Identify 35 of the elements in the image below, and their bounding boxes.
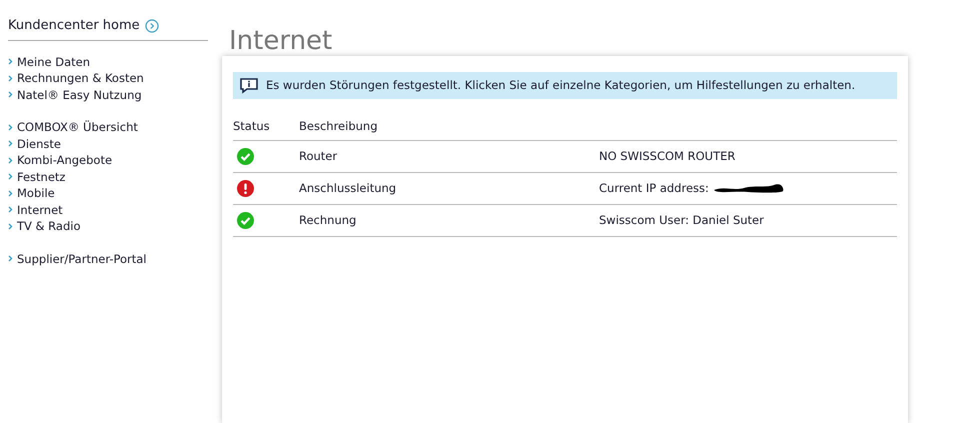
chevron-icon [8, 206, 13, 214]
info-speech-icon [239, 77, 259, 94]
nav-link[interactable]: Mobile [8, 185, 208, 202]
table-cell-text: Current IP address: [599, 180, 709, 197]
chevron-icon [8, 173, 13, 180]
chevron-icon [8, 124, 13, 131]
column-header: Beschreibung [299, 118, 378, 135]
nav-link[interactable]: Kombi-Angebote [8, 152, 208, 168]
table-cell-text: NO SWISSCOM ROUTER [599, 148, 736, 165]
nav-link[interactable]: Festnetz [8, 168, 208, 185]
page-title: Internet [228, 25, 334, 56]
chevron-icon [8, 255, 13, 262]
chevron-icon [8, 190, 13, 197]
chevron-icon [8, 156, 13, 164]
table-cell[interactable]: Router [299, 148, 599, 166]
nav-link[interactable]: TV & Radio [8, 218, 208, 234]
table-cell-text: Swisscom User: Daniel Suter [599, 212, 764, 229]
arrow-circle-icon[interactable] [144, 18, 159, 33]
notice-text: Es wurden Störungen festgestellt. Klicken Sie auf einzelne Kategorien, um Hilfestellungen zu erhalten. [266, 76, 856, 94]
column-header: Status [233, 118, 271, 135]
chevron-icon [8, 74, 13, 82]
nav-link[interactable]: COMBOX® Übersicht [8, 119, 208, 136]
nav-link[interactable]: Internet [8, 202, 208, 218]
table-cell[interactable]: Rechnung [299, 212, 599, 230]
chevron-icon [8, 140, 13, 148]
home-link[interactable]: Kundencenter home [8, 16, 140, 36]
nav-link[interactable]: Meine Daten [8, 54, 208, 70]
nav-link[interactable]: Supplier/Partner-Portal [8, 250, 208, 267]
chevron-icon [8, 222, 13, 230]
nav-link[interactable]: Dienste [8, 136, 208, 152]
nav-link[interactable]: Rechnungen & Kosten [8, 70, 208, 86]
nav-link[interactable]: Natel® Easy Nutzung [8, 86, 208, 103]
chevron-icon [8, 58, 13, 66]
chevron-icon [8, 91, 13, 98]
table-cell[interactable]: Anschlussleitung [299, 180, 599, 198]
